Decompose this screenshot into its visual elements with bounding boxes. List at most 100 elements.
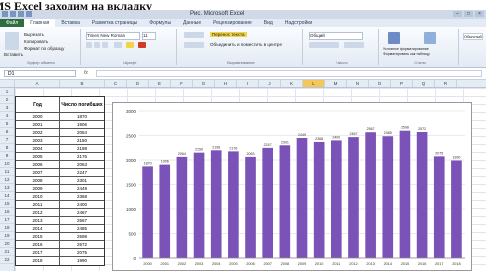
row-header[interactable]: 13: [0, 184, 14, 192]
header-deaths[interactable]: Число погибших: [60, 97, 104, 112]
row-header[interactable]: 2: [0, 96, 14, 104]
column-header[interactable]: O: [369, 80, 391, 87]
copy-button[interactable]: Копировать: [24, 39, 48, 44]
name-box[interactable]: D1: [4, 70, 76, 77]
bar[interactable]: [416, 131, 428, 258]
deaths-cell[interactable]: 1870: [60, 113, 104, 120]
bar[interactable]: [193, 152, 205, 258]
cut-button[interactable]: Вырезать: [24, 32, 44, 37]
wrap-text-button[interactable]: Перенос текста: [210, 32, 247, 37]
bar[interactable]: [313, 141, 325, 258]
deaths-cell[interactable]: 2150: [60, 137, 104, 144]
row-header[interactable]: 16: [0, 208, 14, 216]
save-icon[interactable]: [10, 11, 16, 17]
font-size-select[interactable]: 11: [142, 32, 156, 40]
deaths-cell[interactable]: 2301: [60, 177, 104, 184]
row-header[interactable]: 1: [0, 88, 14, 96]
number-format-select[interactable]: Общий: [309, 32, 363, 40]
year-cell[interactable]: 2003: [16, 137, 61, 144]
bar[interactable]: [228, 151, 239, 258]
row-header[interactable]: 14: [0, 192, 14, 200]
row-header[interactable]: 15: [0, 200, 14, 208]
column-header[interactable]: G: [193, 80, 215, 87]
column-header[interactable]: M: [325, 80, 347, 87]
column-header[interactable]: H: [215, 80, 237, 87]
header-year[interactable]: Год: [16, 97, 61, 112]
conditional-format-icon[interactable]: [388, 32, 400, 44]
tab-addins[interactable]: Надстройки: [279, 19, 318, 27]
year-cell[interactable]: 2006: [16, 161, 61, 168]
bar-chart[interactable]: 3000 2500 2000 1500 1000 500 0 1870 2000 1906 2001…: [112, 102, 472, 271]
column-header[interactable]: R: [435, 80, 457, 87]
column-header[interactable]: E: [149, 80, 171, 87]
year-cell[interactable]: 2005: [16, 153, 61, 160]
bar[interactable]: [245, 156, 256, 258]
decimal-icon[interactable]: [344, 42, 364, 48]
bar[interactable]: [159, 164, 171, 258]
bar[interactable]: [142, 166, 153, 258]
deaths-cell[interactable]: 1906: [60, 121, 104, 128]
close-button[interactable]: ×: [475, 11, 484, 17]
year-cell[interactable]: 2008: [16, 177, 61, 184]
align-center-icon[interactable]: [184, 42, 204, 48]
column-header[interactable]: K: [281, 80, 303, 87]
row-header[interactable]: 22: [0, 256, 14, 264]
row-header[interactable]: 19: [0, 232, 14, 240]
row-header[interactable]: 20: [0, 240, 14, 248]
year-cell[interactable]: 2001: [16, 121, 61, 128]
row-header[interactable]: 9: [0, 152, 14, 160]
row-header[interactable]: 11: [0, 168, 14, 176]
bar[interactable]: [262, 147, 274, 258]
row-header[interactable]: 6: [0, 128, 14, 136]
column-header[interactable]: P: [391, 80, 413, 87]
year-cell[interactable]: 2010: [16, 193, 61, 200]
bold-icon[interactable]: [86, 42, 92, 48]
align-top-icon[interactable]: [184, 32, 204, 38]
tab-home[interactable]: Главная: [24, 19, 56, 27]
tab-insert[interactable]: Вставка: [55, 19, 86, 27]
format-table-icon[interactable]: [424, 32, 436, 44]
undo-icon[interactable]: [18, 11, 24, 17]
year-cell[interactable]: 2018: [16, 257, 61, 265]
minimize-button[interactable]: –: [453, 11, 462, 17]
font-name-select[interactable]: Times New Roman: [86, 32, 140, 40]
column-header[interactable]: N: [347, 80, 369, 87]
row-header[interactable]: 17: [0, 216, 14, 224]
year-cell[interactable]: 2017: [16, 249, 61, 256]
column-header[interactable]: D: [127, 80, 149, 87]
fill-color-icon[interactable]: [126, 42, 134, 48]
column-header[interactable]: L: [303, 80, 325, 87]
bar[interactable]: [399, 130, 411, 258]
formula-input[interactable]: [96, 70, 482, 77]
deaths-cell[interactable]: 2467: [60, 209, 104, 216]
bar[interactable]: [210, 150, 222, 258]
normal-style-button[interactable]: Обычный: [463, 33, 483, 40]
row-header[interactable]: 21: [0, 248, 14, 256]
deaths-cell[interactable]: 2598: [60, 233, 104, 240]
redo-icon[interactable]: [26, 11, 32, 17]
year-cell[interactable]: 2002: [16, 129, 61, 136]
year-cell[interactable]: 2015: [16, 233, 61, 240]
deaths-cell[interactable]: 2485: [60, 225, 104, 232]
deaths-cell[interactable]: 2176: [60, 153, 104, 160]
row-header[interactable]: 3: [0, 104, 14, 112]
deaths-cell[interactable]: 2567: [60, 217, 104, 224]
row-header[interactable]: 7: [0, 136, 14, 144]
row-header[interactable]: 4: [0, 112, 14, 120]
bar[interactable]: [365, 132, 376, 258]
column-header[interactable]: B: [60, 80, 105, 87]
tab-file[interactable]: Файл: [0, 19, 25, 27]
column-header[interactable]: F: [171, 80, 193, 87]
borders-icon[interactable]: [114, 42, 122, 48]
column-header[interactable]: Q: [413, 80, 435, 87]
deaths-cell[interactable]: 2572: [60, 241, 104, 248]
format-painter-button[interactable]: Формат по образцу: [24, 46, 64, 51]
bar[interactable]: [348, 137, 359, 258]
deaths-cell[interactable]: 2449: [60, 185, 104, 192]
deaths-cell[interactable]: 2064: [60, 129, 104, 136]
bar[interactable]: [330, 140, 342, 258]
year-cell[interactable]: 2007: [16, 169, 61, 176]
deaths-cell[interactable]: 2198: [60, 145, 104, 152]
year-cell[interactable]: 2016: [16, 241, 61, 248]
deaths-cell[interactable]: 1990: [60, 257, 104, 265]
